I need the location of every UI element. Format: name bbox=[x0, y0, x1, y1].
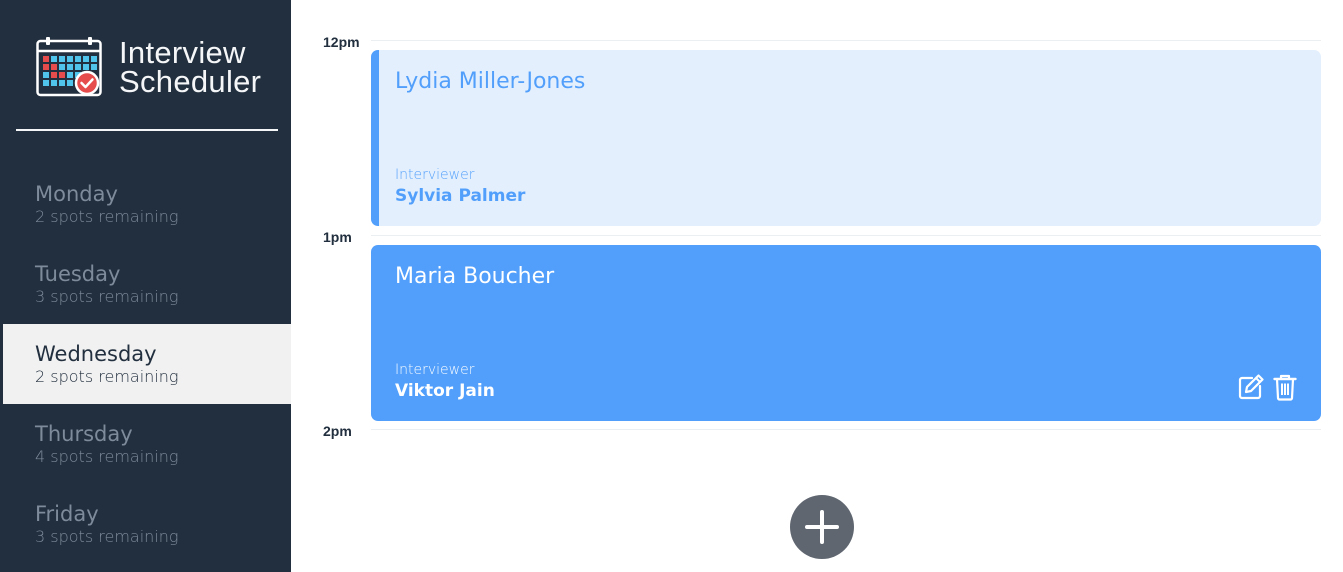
brand: Interview Scheduler bbox=[36, 36, 261, 98]
time-label-12pm: 12pm bbox=[323, 34, 360, 50]
day-item-monday[interactable]: Monday 2 spots remaining bbox=[3, 164, 291, 244]
add-appointment-button[interactable] bbox=[790, 495, 854, 559]
day-item-thursday[interactable]: Thursday 4 spots remaining bbox=[3, 404, 291, 484]
hour-divider bbox=[371, 235, 1321, 236]
app-title-line1: Interview bbox=[119, 35, 246, 70]
app-title-line2: Scheduler bbox=[119, 64, 262, 99]
day-name: Tuesday bbox=[35, 262, 121, 286]
day-spots: 4 spots remaining bbox=[35, 447, 179, 466]
appointment-card[interactable]: Maria Boucher Interviewer Viktor Jain bbox=[371, 245, 1321, 421]
day-item-tuesday[interactable]: Tuesday 3 spots remaining bbox=[3, 244, 291, 324]
day-spots: 3 spots remaining bbox=[35, 527, 179, 546]
appointment-card[interactable]: Lydia Miller-Jones Interviewer Sylvia Pa… bbox=[371, 50, 1321, 226]
edit-icon[interactable] bbox=[1237, 373, 1265, 401]
hour-divider bbox=[371, 40, 1321, 41]
trash-icon[interactable] bbox=[1271, 373, 1299, 401]
interviewer-name: Sylvia Palmer bbox=[395, 186, 526, 206]
calendar-check-icon bbox=[36, 37, 102, 97]
hour-divider bbox=[371, 429, 1321, 430]
day-name: Monday bbox=[35, 182, 118, 206]
time-label-1pm: 1pm bbox=[323, 229, 352, 245]
student-name: Maria Boucher bbox=[395, 264, 555, 289]
day-item-wednesday[interactable]: Wednesday 2 spots remaining bbox=[3, 324, 291, 404]
appointment-actions bbox=[1237, 373, 1299, 401]
day-list: Monday 2 spots remaining Tuesday 3 spots… bbox=[3, 164, 291, 564]
plus-icon bbox=[805, 510, 839, 544]
interviewer-label: Interviewer bbox=[395, 167, 475, 183]
day-spots: 3 spots remaining bbox=[35, 287, 179, 306]
schedule: 12pm Lydia Miller-Jones Interviewer Sylv… bbox=[291, 0, 1343, 572]
sidebar-divider bbox=[16, 129, 278, 131]
day-name: Thursday bbox=[35, 422, 133, 446]
day-name: Wednesday bbox=[35, 342, 157, 366]
app: Interview Scheduler Monday 2 spots remai… bbox=[0, 0, 1343, 572]
day-name: Friday bbox=[35, 502, 99, 526]
app-title: Interview Scheduler bbox=[119, 35, 262, 99]
day-spots: 2 spots remaining bbox=[35, 367, 179, 386]
day-spots: 2 spots remaining bbox=[35, 207, 179, 226]
sidebar: Interview Scheduler Monday 2 spots remai… bbox=[0, 0, 291, 572]
interviewer-name: Viktor Jain bbox=[395, 381, 495, 401]
day-item-friday[interactable]: Friday 3 spots remaining bbox=[3, 484, 291, 564]
interviewer-label: Interviewer bbox=[395, 362, 475, 378]
time-label-2pm: 2pm bbox=[323, 423, 352, 439]
student-name: Lydia Miller-Jones bbox=[395, 69, 586, 94]
